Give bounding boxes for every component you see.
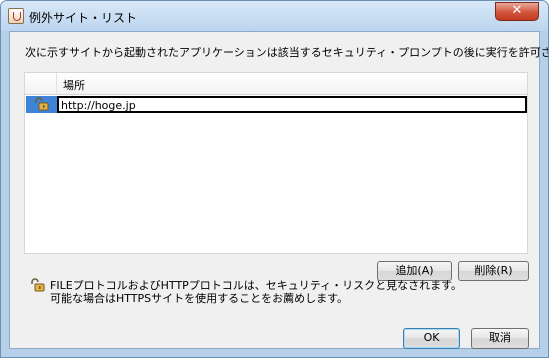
warning-text: FILEプロトコルおよびHTTPプロトコルは、セキュリティ・リスクと見なされます…	[50, 279, 462, 305]
open-lock-icon	[35, 97, 49, 111]
warning-line-1: FILEプロトコルおよびHTTPプロトコルは、セキュリティ・リスクと見なされます…	[50, 279, 463, 292]
dialog-body: 次に示すサイトから起動されたアプリケーションは該当するセキュリティ・プロンプトの…	[9, 31, 548, 349]
open-lock-icon	[31, 278, 45, 292]
exception-site-list-window: 例外サイト・リスト ✕ 次に示すサイトから起動されたアプリケーションは該当するセ…	[0, 0, 549, 358]
cancel-button[interactable]: 取消	[471, 328, 529, 349]
title-bar[interactable]: 例外サイト・リスト ✕	[1, 1, 548, 31]
row-icon-cell	[26, 96, 57, 113]
table-row[interactable]: http://hoge.jp	[25, 96, 527, 113]
instructions-text: 次に示すサイトから起動されたアプリケーションは該当するセキュリティ・プロンプトの…	[25, 46, 549, 59]
ok-button[interactable]: OK	[403, 328, 460, 349]
row-url-cell[interactable]: http://hoge.jp	[57, 96, 527, 113]
add-button[interactable]: 追加(A)	[377, 261, 452, 281]
warning-lock-icon-wrap	[29, 278, 45, 292]
header-icon-column	[25, 73, 57, 94]
table-header: 場所	[25, 73, 527, 95]
window-title: 例外サイト・リスト	[29, 11, 138, 25]
remove-button[interactable]: 削除(R)	[458, 261, 529, 281]
java-icon	[8, 8, 24, 24]
warning-line-2: 可能な場合はHTTPSサイトを使用することをお薦めします。	[50, 292, 349, 305]
header-location[interactable]: 場所	[63, 77, 85, 93]
row-url: http://hoge.jp	[61, 99, 136, 112]
site-table[interactable]: 場所 http://hoge.jp	[24, 72, 528, 254]
close-button[interactable]: ✕	[495, 2, 539, 21]
